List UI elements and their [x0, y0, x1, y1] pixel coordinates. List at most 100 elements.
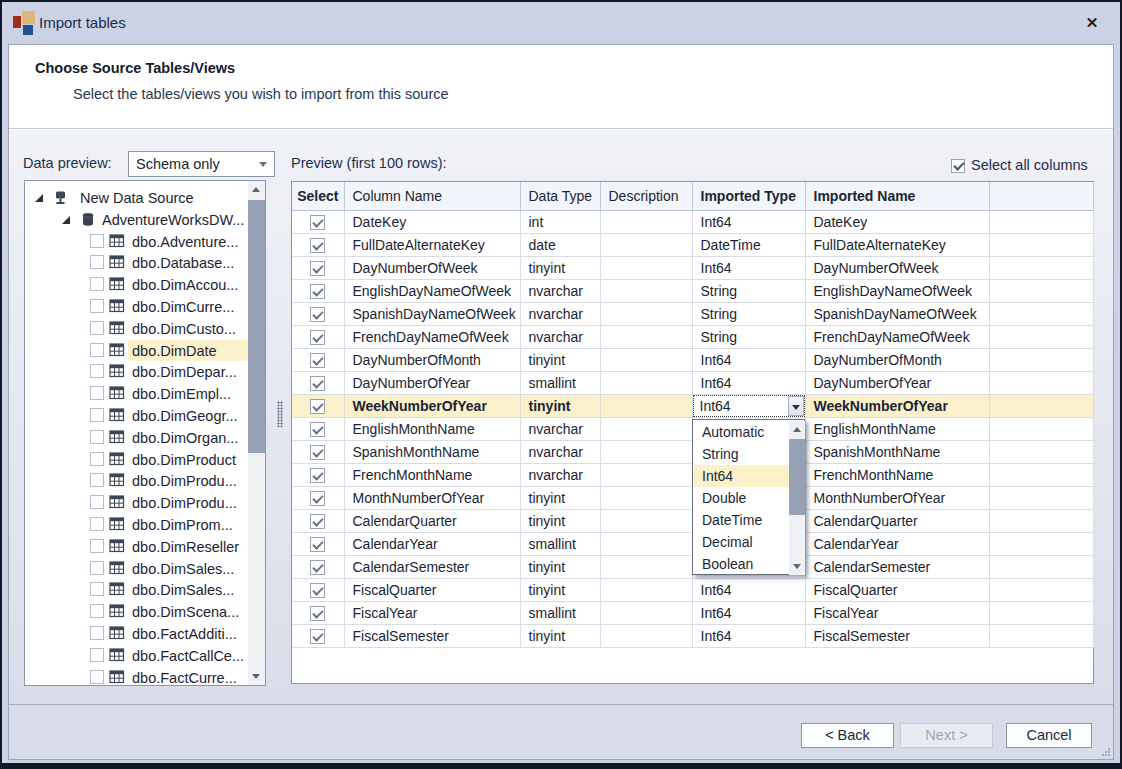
tree-item-table[interactable]: dbo.DimCusto... — [25, 318, 247, 340]
combobox-dropdown-button[interactable] — [788, 396, 804, 416]
dropdown-option[interactable]: DateTime — [694, 509, 789, 531]
table-checkbox[interactable] — [90, 648, 104, 662]
table-row[interactable]: FiscalYearsmallintInt64FiscalYear — [292, 601, 1093, 624]
table-checkbox[interactable] — [90, 604, 104, 618]
tree-item-table[interactable]: dbo.DimOrgan... — [25, 427, 247, 449]
tree-item-table[interactable]: dbo.DimDepar... — [25, 361, 247, 383]
row-select-checkbox[interactable] — [310, 376, 325, 391]
row-select-checkbox[interactable] — [310, 261, 325, 276]
expander-icon[interactable] — [62, 216, 70, 224]
tree-item-table[interactable]: dbo.DimAccou... — [25, 274, 247, 296]
dropdown-option[interactable]: Automatic — [694, 421, 789, 443]
row-select-checkbox[interactable] — [310, 537, 325, 552]
row-select-checkbox[interactable] — [310, 560, 325, 575]
tree-item-table[interactable]: dbo.FactCurre... — [25, 667, 247, 686]
tree-item-table[interactable]: dbo.DimCurre... — [25, 296, 247, 318]
row-select-checkbox[interactable] — [310, 399, 325, 414]
table-checkbox[interactable] — [90, 321, 104, 335]
table-checkbox[interactable] — [90, 299, 104, 313]
imported-type-combobox[interactable]: Int64 — [693, 395, 805, 417]
tree-item-table[interactable]: dbo.DimProduct — [25, 449, 247, 471]
tree-item-table[interactable]: dbo.DimScena... — [25, 601, 247, 623]
tree-item-table[interactable]: dbo.DimProdu... — [25, 470, 247, 492]
table-checkbox[interactable] — [90, 343, 104, 357]
tree-scrollbar[interactable] — [248, 181, 265, 685]
table-row[interactable]: DayNumberOfYearsmallintInt64DayNumberOfY… — [292, 371, 1093, 394]
table-checkbox[interactable] — [90, 495, 104, 509]
tree-item-table[interactable]: dbo.DimReseller — [25, 536, 247, 558]
dropdown-option[interactable]: String — [694, 443, 789, 465]
table-checkbox[interactable] — [90, 473, 104, 487]
table-row[interactable]: DayNumberOfWeektinyintInt64DayNumberOfWe… — [292, 256, 1093, 279]
table-checkbox[interactable] — [90, 364, 104, 378]
tree-item-table[interactable]: dbo.DimGeogr... — [25, 405, 247, 427]
tree-item-table[interactable]: dbo.DimSales... — [25, 558, 247, 580]
tree-item-table[interactable]: dbo.DimProm... — [25, 514, 247, 536]
column-header[interactable]: Data Type — [520, 182, 600, 210]
table-checkbox[interactable] — [90, 626, 104, 640]
tree-item-table[interactable]: dbo.DimSales... — [25, 579, 247, 601]
table-row[interactable]: EnglishDayNameOfWeeknvarcharStringEnglis… — [292, 279, 1093, 302]
row-select-checkbox[interactable] — [310, 284, 325, 299]
row-select-checkbox[interactable] — [310, 514, 325, 529]
dropdown-option[interactable]: Int64 — [694, 465, 789, 487]
column-header[interactable]: Description — [600, 182, 692, 210]
scroll-down-icon[interactable] — [252, 674, 260, 679]
table-row[interactable]: FiscalSemestertinyintInt64FiscalSemester — [292, 624, 1093, 647]
table-checkbox[interactable] — [90, 255, 104, 269]
row-select-checkbox[interactable] — [310, 629, 325, 644]
tree-item-table[interactable]: dbo.Database... — [25, 252, 247, 274]
table-checkbox[interactable] — [90, 582, 104, 596]
tree-item-database[interactable]: AdventureWorksDW... — [25, 209, 247, 231]
scroll-up-icon[interactable] — [252, 187, 260, 192]
row-select-checkbox[interactable] — [310, 307, 325, 322]
splitter-grip[interactable] — [277, 401, 283, 427]
table-checkbox[interactable] — [90, 408, 104, 422]
tree-item-table[interactable]: dbo.DimEmpl... — [25, 383, 247, 405]
tree-item-table[interactable]: dbo.Adventure... — [25, 231, 247, 253]
popup-scrollbar-thumb[interactable] — [789, 439, 805, 515]
close-icon[interactable]: ✕ — [1080, 12, 1104, 34]
table-checkbox[interactable] — [90, 561, 104, 575]
table-checkbox[interactable] — [90, 430, 104, 444]
table-row[interactable]: WeekNumberOfYeartinyintInt64WeekNumberOf… — [292, 394, 1093, 417]
table-row[interactable]: SpanishDayNameOfWeeknvarcharStringSpanis… — [292, 302, 1093, 325]
row-select-checkbox[interactable] — [310, 238, 325, 253]
select-all-checkbox[interactable] — [951, 159, 965, 173]
table-row[interactable]: DayNumberOfMonthtinyintInt64DayNumberOfM… — [292, 348, 1093, 371]
select-all-columns[interactable]: Select all columns — [951, 157, 1088, 175]
row-select-checkbox[interactable] — [310, 215, 325, 230]
column-header[interactable]: Select — [292, 182, 344, 210]
row-select-checkbox[interactable] — [310, 491, 325, 506]
row-select-checkbox[interactable] — [310, 468, 325, 483]
row-select-checkbox[interactable] — [310, 353, 325, 368]
data-preview-dropdown[interactable]: Schema only — [128, 151, 275, 177]
table-row[interactable]: FullDateAlternateKeydateDateTimeFullDate… — [292, 233, 1093, 256]
column-header[interactable]: Imported Name — [805, 182, 989, 210]
table-checkbox[interactable] — [90, 452, 104, 466]
table-checkbox[interactable] — [90, 539, 104, 553]
row-select-checkbox[interactable] — [310, 445, 325, 460]
table-checkbox[interactable] — [90, 234, 104, 248]
expander-icon[interactable] — [35, 194, 43, 202]
cancel-button[interactable]: Cancel — [1006, 723, 1092, 748]
dropdown-option[interactable]: Decimal — [694, 531, 789, 553]
tree-item-table[interactable]: dbo.DimDate — [25, 340, 247, 362]
resize-grip-icon[interactable] — [1101, 747, 1111, 757]
table-checkbox[interactable] — [90, 670, 104, 684]
table-checkbox[interactable] — [90, 386, 104, 400]
tree-item-table[interactable]: dbo.DimProdu... — [25, 492, 247, 514]
tree-item-root[interactable]: New Data Source — [25, 187, 247, 209]
table-checkbox[interactable] — [90, 517, 104, 531]
column-header[interactable]: Imported Type — [692, 182, 805, 210]
tree-item-table[interactable]: dbo.FactAdditi... — [25, 623, 247, 645]
row-select-checkbox[interactable] — [310, 422, 325, 437]
scroll-up-icon[interactable] — [793, 427, 801, 432]
table-checkbox[interactable] — [90, 277, 104, 291]
back-button[interactable]: < Back — [801, 723, 894, 748]
row-select-checkbox[interactable] — [310, 606, 325, 621]
tree-item-table[interactable]: dbo.FactCallCe... — [25, 645, 247, 667]
next-button[interactable]: Next > — [900, 723, 993, 748]
tree-scrollbar-thumb[interactable] — [248, 200, 265, 453]
row-select-checkbox[interactable] — [310, 583, 325, 598]
